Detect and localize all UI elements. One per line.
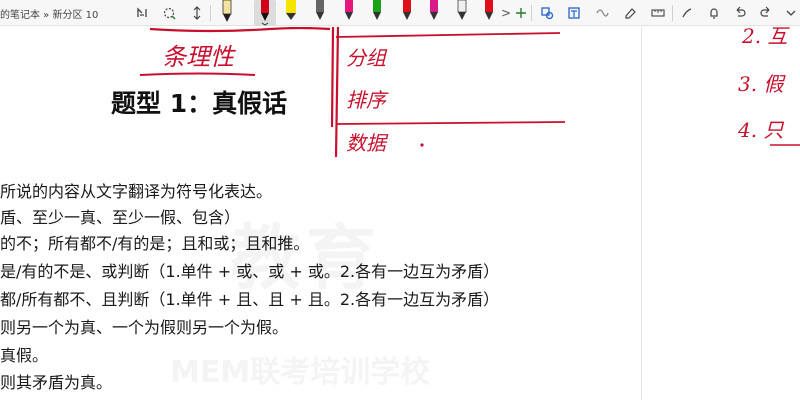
ink-to-shape-icon[interactable] bbox=[538, 4, 556, 22]
ink-item-group: 分组 bbox=[346, 46, 388, 70]
expand-toolbar-icon[interactable] bbox=[782, 4, 800, 22]
pen-pink-icon[interactable] bbox=[342, 0, 356, 26]
insert-space-icon[interactable] bbox=[188, 4, 206, 22]
pen-red-selected-icon[interactable] bbox=[254, 0, 276, 26]
add-space-icon[interactable] bbox=[160, 4, 178, 22]
ink-vline-2 bbox=[334, 27, 340, 158]
ink-toolbar: 的笔记本 » 新分区 10 > bbox=[0, 0, 800, 26]
lasso-select-icon[interactable] bbox=[134, 4, 152, 22]
ruler-icon[interactable] bbox=[649, 4, 667, 22]
ink-right-item-4: 4. 只 bbox=[737, 118, 784, 142]
ink-right-item-3: 3. 假 bbox=[738, 72, 786, 96]
ink-dot bbox=[420, 143, 424, 147]
ink-item-sort: 排序 bbox=[346, 88, 389, 112]
pen-black-icon[interactable] bbox=[220, 0, 234, 26]
ink-item-data: 数据 bbox=[346, 131, 389, 155]
pen-black-2-icon[interactable] bbox=[482, 0, 496, 26]
pen-dark-icon[interactable] bbox=[455, 0, 469, 26]
ink-to-text-icon[interactable] bbox=[565, 4, 583, 22]
add-pen-icon[interactable] bbox=[512, 4, 530, 22]
note-canvas[interactable]: 教育 MEM联考培训学校 题型 1：真假话 所说的内容从文字翻译为符号化表达。 … bbox=[0, 27, 800, 400]
pen-red-2-icon[interactable] bbox=[400, 0, 414, 26]
hide-ink-icon[interactable] bbox=[678, 4, 696, 22]
ink-hline-2 bbox=[335, 121, 566, 125]
breadcrumb[interactable]: 的笔记本 » 新分区 10 bbox=[0, 6, 98, 21]
pen-green-icon[interactable] bbox=[370, 0, 384, 26]
undo-icon[interactable] bbox=[731, 4, 749, 22]
ink-right-item-2: 2. 互 bbox=[741, 27, 790, 48]
pen-gray-icon[interactable] bbox=[313, 0, 327, 26]
pen-magenta-icon[interactable] bbox=[427, 0, 441, 26]
ink-to-math-icon[interactable] bbox=[593, 4, 611, 22]
ink-underline bbox=[139, 72, 256, 76]
redo-icon[interactable] bbox=[757, 4, 775, 22]
eraser-icon[interactable] bbox=[621, 4, 639, 22]
notification-icon[interactable] bbox=[705, 4, 723, 22]
ink-annotations: 条理性 分组 排序 数据 2. 互 3. 假 4. 只 bbox=[139, 27, 800, 158]
ink-vline-1 bbox=[330, 27, 335, 128]
highlighter-yellow-icon[interactable] bbox=[284, 0, 298, 26]
ink-left-note: 条理性 bbox=[162, 43, 236, 71]
ink-stroke-top bbox=[149, 27, 331, 33]
ink-hline-1 bbox=[335, 32, 561, 38]
